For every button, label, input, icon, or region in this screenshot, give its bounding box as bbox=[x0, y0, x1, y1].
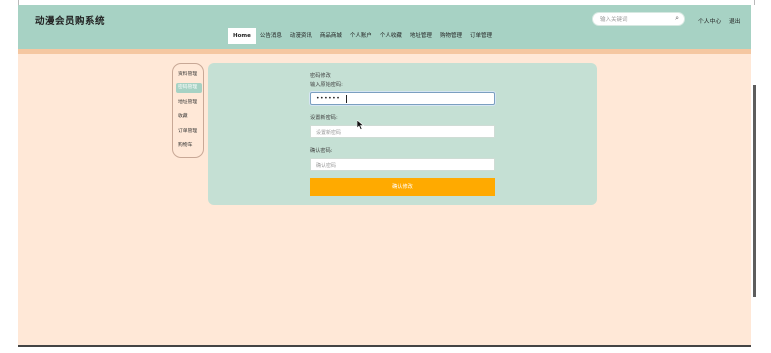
nav-anime-news[interactable]: 动漫资讯 bbox=[286, 28, 316, 44]
logout-link[interactable]: 退出 bbox=[729, 16, 741, 25]
sidebar-item-cart[interactable]: 购物车 bbox=[176, 141, 202, 151]
new-password-placeholder: 设置新密码 bbox=[316, 130, 342, 136]
nav-favorites[interactable]: 个人收藏 bbox=[376, 28, 406, 44]
vertical-scrollbar[interactable] bbox=[751, 5, 771, 353]
nav-orders[interactable]: 订单管理 bbox=[466, 28, 496, 44]
old-password-field[interactable]: •••••• bbox=[310, 92, 495, 105]
nav-shop[interactable]: 商品商城 bbox=[316, 28, 346, 44]
new-password-label: 设置新密码: bbox=[310, 115, 338, 121]
nav-home[interactable]: Home bbox=[228, 28, 256, 44]
sidebar-item-orders[interactable]: 订单管理 bbox=[176, 127, 202, 137]
sidebar-item-address[interactable]: 地址管理 bbox=[176, 98, 202, 108]
old-password-label: 输入原始密码: bbox=[310, 82, 343, 88]
search-placeholder: 输入关键词 bbox=[600, 17, 628, 23]
confirm-password-placeholder: 确认密码 bbox=[316, 163, 337, 169]
sidebar-item-profile[interactable]: 资料管理 bbox=[176, 70, 202, 80]
user-center-link[interactable]: 个人中心 bbox=[698, 16, 721, 25]
confirm-change-button[interactable]: 确认修改 bbox=[310, 178, 495, 196]
old-password-value: •••••• bbox=[316, 95, 341, 102]
nav-announcements[interactable]: 公告消息 bbox=[256, 28, 286, 44]
sidebar-item-password[interactable]: 密码管理 bbox=[176, 83, 202, 93]
site-title: 动漫会员购系统 bbox=[35, 16, 106, 27]
search-input[interactable]: 输入关键词 ⌕ bbox=[592, 12, 685, 26]
confirm-password-label: 确认密码: bbox=[310, 148, 333, 154]
sidebar-item-favorites[interactable]: 收藏 bbox=[176, 112, 202, 122]
main-nav: Home 公告消息 动漫资讯 商品商城 个人账户 个人收藏 地址管理 购物管理 … bbox=[228, 28, 496, 44]
text-caret bbox=[346, 95, 347, 103]
new-password-field[interactable]: 设置新密码 bbox=[310, 125, 495, 138]
nav-account[interactable]: 个人账户 bbox=[346, 28, 376, 44]
account-sidebar: 资料管理 密码管理 地址管理 收藏 订单管理 购物车 bbox=[172, 63, 204, 158]
nav-shopping[interactable]: 购物管理 bbox=[436, 28, 466, 44]
scrollbar-thumb[interactable] bbox=[753, 85, 756, 297]
search-icon[interactable]: ⌕ bbox=[675, 14, 679, 23]
mouse-cursor-icon bbox=[357, 120, 365, 130]
nav-address[interactable]: 地址管理 bbox=[406, 28, 436, 44]
confirm-password-field[interactable]: 确认密码 bbox=[310, 158, 495, 171]
page-bottom-border bbox=[18, 345, 751, 347]
form-title: 密码修改 bbox=[310, 73, 331, 79]
